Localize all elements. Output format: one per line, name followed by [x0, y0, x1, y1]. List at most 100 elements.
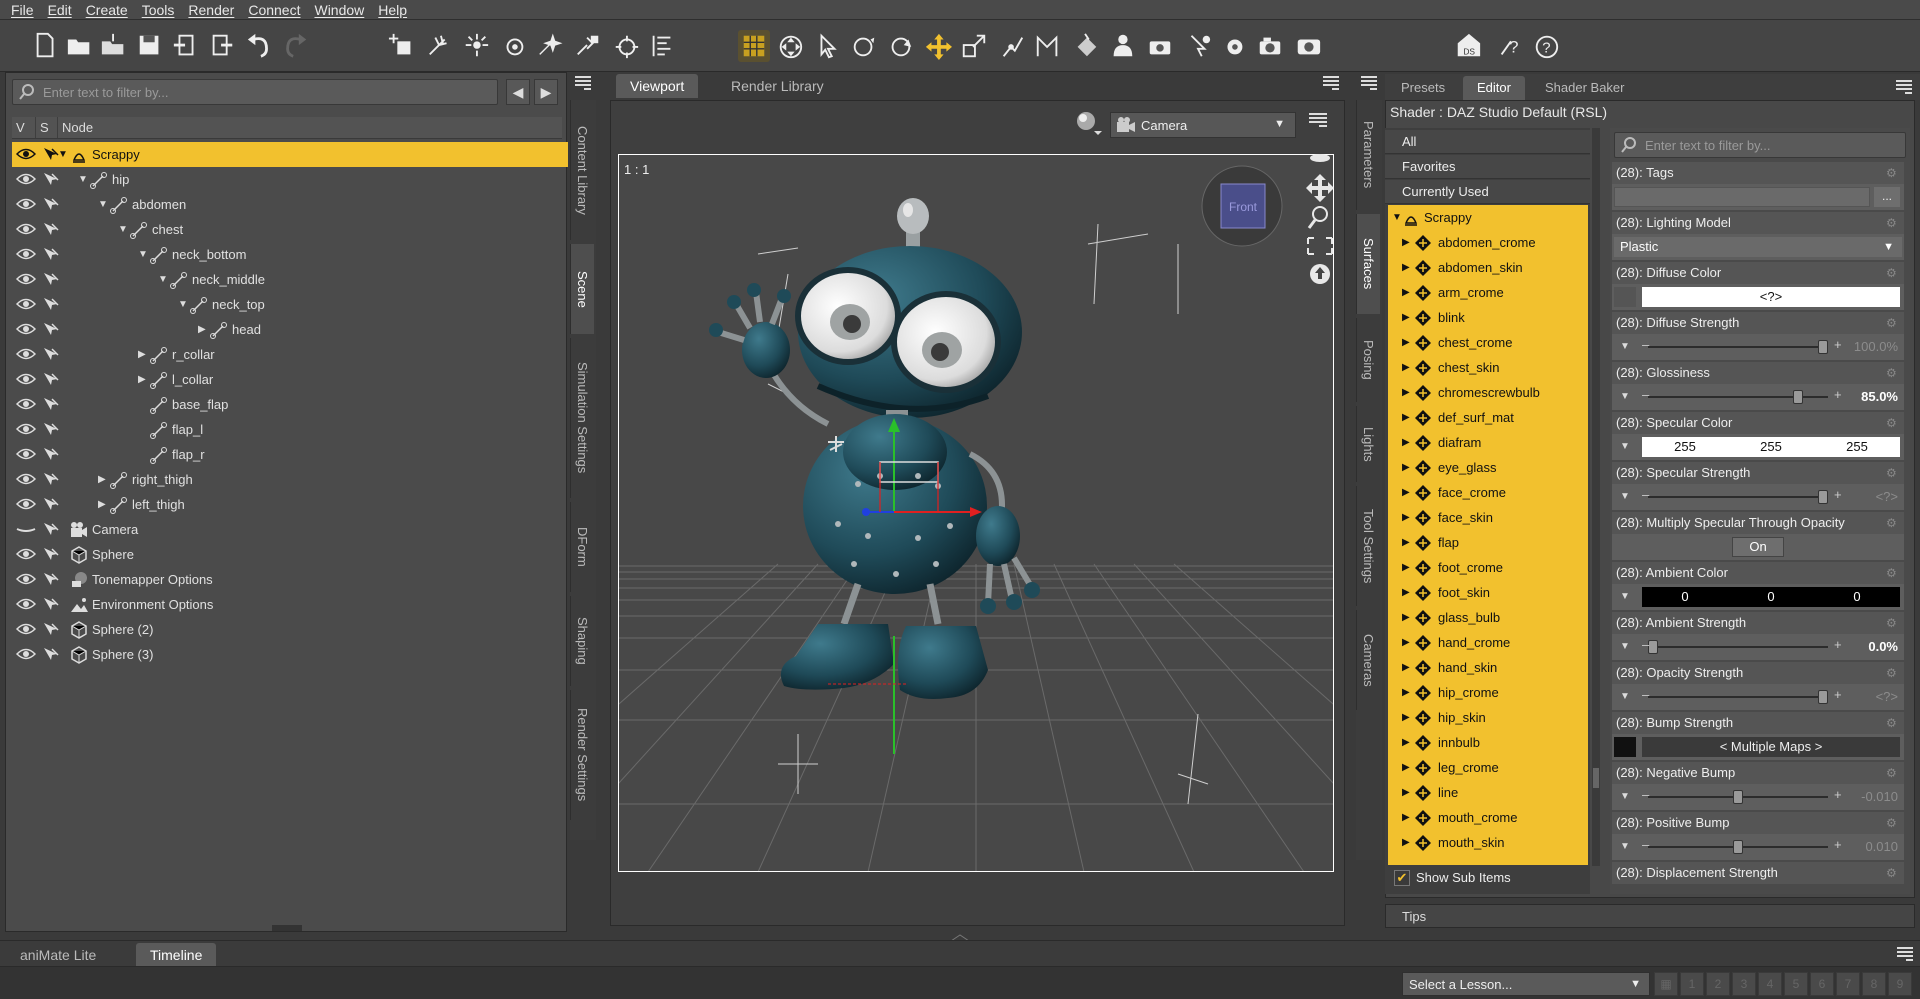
save-icon[interactable] — [134, 30, 166, 62]
column-node[interactable]: Node — [58, 117, 562, 138]
bottom-menu-icon[interactable] — [1896, 947, 1914, 961]
color-value[interactable]: <?> — [1642, 287, 1900, 307]
selectable-icon[interactable] — [42, 446, 60, 462]
scene-node[interactable]: ▼ neck_middle — [12, 267, 568, 292]
expand-arrow[interactable]: ▶ — [1402, 630, 1410, 655]
minus-icon[interactable]: – — [1642, 487, 1649, 502]
open-icon[interactable] — [64, 30, 96, 62]
expand-arrow[interactable]: ▶ — [1402, 480, 1410, 505]
menu-create[interactable]: Create — [79, 2, 135, 18]
rgb-channel[interactable]: 0 — [1642, 587, 1728, 607]
expand-arrow[interactable]: ▶ — [1402, 655, 1410, 680]
material-item[interactable]: ▶ abdomen_skin — [1388, 255, 1588, 280]
chevron-down-icon[interactable]: ▼ — [1614, 837, 1636, 857]
scene-node[interactable]: ▼ hip — [12, 167, 568, 192]
selectable-icon[interactable] — [42, 271, 60, 287]
slider-value[interactable]: 100.0% — [1854, 339, 1898, 354]
chevron-down-icon[interactable]: ▼ — [1614, 337, 1636, 357]
back-button[interactable]: ◀ — [506, 79, 530, 105]
expand-arrow[interactable]: ▼ — [158, 267, 168, 292]
gear-icon[interactable]: ⚙ — [1886, 816, 1900, 830]
create-figure-icon[interactable] — [386, 30, 418, 62]
slider-track[interactable] — [1648, 340, 1828, 354]
material-item[interactable]: ▶ face_skin — [1388, 505, 1588, 530]
lesson-page-button[interactable]: 6 — [1810, 972, 1834, 996]
selectable-icon[interactable] — [42, 371, 60, 387]
menu-window[interactable]: Window — [307, 2, 371, 18]
expand-arrow[interactable]: ▶ — [1402, 330, 1410, 355]
expand-arrow[interactable]: ▼ — [138, 242, 148, 267]
pane-scrollbar[interactable] — [272, 925, 302, 931]
material-item[interactable]: ▶ innbulb — [1388, 730, 1588, 755]
lesson-page-button[interactable]: 7 — [1836, 972, 1860, 996]
selectable-icon[interactable] — [42, 171, 60, 187]
tags-field[interactable] — [1614, 187, 1870, 207]
eye-icon[interactable] — [16, 572, 36, 586]
plus-icon[interactable]: + — [1834, 337, 1842, 352]
camera-tool-icon[interactable] — [1144, 30, 1176, 62]
category-currently-used[interactable]: Currently Used — [1385, 180, 1590, 204]
parameter-filter-input[interactable]: Enter text to filter by... — [1614, 132, 1906, 158]
plus-icon[interactable]: + — [1834, 837, 1842, 852]
column-selectable[interactable]: S — [36, 117, 58, 138]
forward-button[interactable]: ▶ — [534, 79, 558, 105]
gear-icon[interactable]: ⚙ — [1886, 866, 1900, 880]
import-icon[interactable] — [170, 30, 202, 62]
gear-icon[interactable]: ⚙ — [1886, 666, 1900, 680]
camera-select[interactable]: Camera ▼ — [1110, 112, 1296, 138]
viewport-scroll-indicator[interactable] — [950, 930, 970, 942]
lesson-page-button[interactable]: 4 — [1758, 972, 1782, 996]
expand-arrow[interactable]: ▶ — [198, 317, 208, 342]
slider-track[interactable] — [1648, 390, 1828, 404]
selectable-icon[interactable] — [42, 621, 60, 637]
scale-tool-icon[interactable] — [958, 30, 990, 62]
eye-icon[interactable] — [16, 172, 36, 186]
expand-arrow[interactable]: ▶ — [1402, 355, 1410, 380]
slider-track[interactable] — [1648, 490, 1828, 504]
expand-arrow[interactable]: ▶ — [1402, 530, 1410, 555]
viewport-grid-icon[interactable] — [738, 30, 770, 62]
scene-node[interactable]: flap_r — [12, 442, 568, 467]
tab-viewport[interactable]: Viewport — [616, 74, 699, 98]
material-item[interactable]: ▶ chest_crome — [1388, 330, 1588, 355]
lesson-select[interactable]: Select a Lesson... ▼ — [1402, 972, 1650, 996]
slider-handle[interactable] — [1818, 690, 1828, 704]
expand-arrow[interactable]: ▶ — [98, 467, 108, 492]
scene-node[interactable]: Environment Options — [12, 592, 568, 617]
create-point-light-icon[interactable] — [534, 30, 566, 62]
scene-node[interactable]: ▼ neck_bottom — [12, 242, 568, 267]
create-spotlight-icon[interactable] — [460, 30, 492, 62]
geometry-editor-icon[interactable] — [1032, 30, 1064, 62]
gear-icon[interactable]: ⚙ — [1886, 766, 1900, 780]
scene-node[interactable]: Tonemapper Options — [12, 567, 568, 592]
rgb-channel[interactable]: 0 — [1814, 587, 1900, 607]
lesson-page-button[interactable]: 5 — [1784, 972, 1808, 996]
eye-icon[interactable] — [16, 147, 36, 161]
slider-handle[interactable] — [1818, 340, 1828, 354]
selectable-icon[interactable] — [42, 521, 60, 537]
eye-icon[interactable] — [16, 622, 36, 636]
material-root[interactable]: ▼ Scrappy — [1388, 205, 1588, 230]
scene-node[interactable]: ▶ l_collar — [12, 367, 568, 392]
view-cube[interactable]: Front — [1201, 165, 1283, 247]
material-item[interactable]: ▶ glass_bulb — [1388, 605, 1588, 630]
viewport-menu-icon[interactable] — [1322, 76, 1340, 90]
lesson-grid-icon[interactable]: ▦ — [1654, 972, 1678, 996]
slider-value[interactable]: -0.010 — [1861, 789, 1898, 804]
material-item[interactable]: ▶ line — [1388, 780, 1588, 805]
selectable-icon[interactable] — [42, 396, 60, 412]
material-item[interactable]: ▶ hand_skin — [1388, 655, 1588, 680]
material-item[interactable]: ▶ mouth_crome — [1388, 805, 1588, 830]
selectable-icon[interactable] — [42, 221, 60, 237]
expand-arrow[interactable]: ▶ — [1402, 680, 1410, 705]
selectable-icon[interactable] — [42, 296, 60, 312]
color-swatch[interactable] — [1614, 287, 1636, 307]
eye-icon[interactable] — [16, 322, 36, 336]
category-all[interactable]: All — [1385, 130, 1590, 154]
gear-icon[interactable]: ⚙ — [1886, 716, 1900, 730]
chevron-down-icon[interactable]: ▼ — [1614, 787, 1636, 807]
expand-arrow[interactable]: ▼ — [178, 292, 188, 317]
lesson-page-button[interactable]: 3 — [1732, 972, 1756, 996]
help-icon[interactable]: ? — [1530, 30, 1562, 62]
expand-arrow[interactable]: ▶ — [1402, 230, 1410, 255]
